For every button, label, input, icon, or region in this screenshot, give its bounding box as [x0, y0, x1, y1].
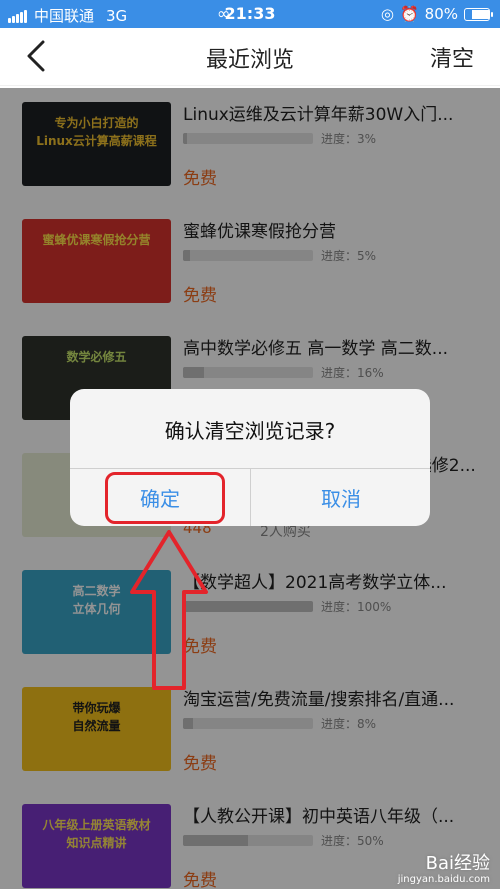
battery-icon — [464, 7, 493, 21]
highlight-box — [105, 472, 225, 524]
chevron-left-icon — [27, 40, 45, 72]
dialog-message: 确认清空浏览记录? — [164, 419, 336, 443]
network-label: 3G — [106, 6, 128, 25]
page-title: 最近浏览 — [205, 48, 294, 73]
clear-button[interactable]: 清空 — [430, 41, 474, 73]
signal-icon — [8, 9, 28, 23]
alarm-icon: ⏰ — [399, 5, 419, 23]
rotation-lock-icon: ◎ — [380, 5, 394, 23]
cancel-button[interactable]: 取消 — [251, 469, 430, 526]
carrier-label: 中国联通 — [34, 7, 95, 25]
status-bar: 中国联通 3G ∞ 21:33 ◎ ⏰ 80% — [0, 0, 500, 28]
back-button[interactable] — [16, 36, 56, 76]
nav-bar: 最近浏览 清空 — [0, 28, 500, 86]
arrow-up-icon — [130, 530, 208, 690]
battery-label: 80% — [424, 5, 458, 23]
link-icon: ∞ — [217, 4, 231, 23]
watermark-url: jingyan.baidu.com — [397, 874, 490, 885]
watermark-brand: Bai经验 — [425, 853, 490, 875]
status-right: ◎ ⏰ 80% — [375, 5, 493, 23]
status-left: 中国联通 3G — [8, 5, 127, 26]
watermark: Bai经验 jingyan.baidu.com — [398, 854, 490, 885]
